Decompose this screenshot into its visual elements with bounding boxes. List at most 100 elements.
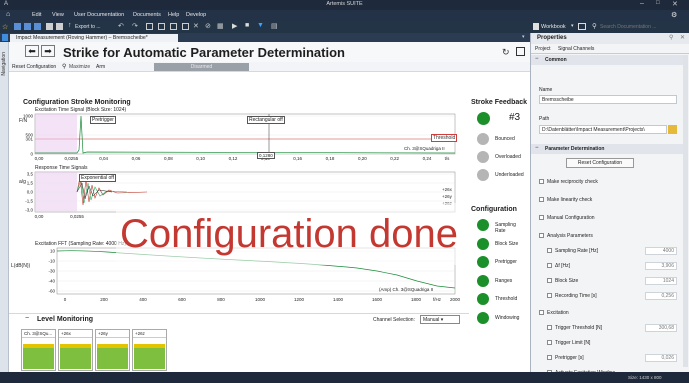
maximize-button[interactable]: Maximize [69,64,90,70]
tab-overflow-icon[interactable]: ▾ [522,34,525,40]
analysis-param-checkbox[interactable] [547,278,552,284]
tab-signal-channels[interactable]: Signal Channels [558,46,594,52]
excitation-param-row[interactable]: Pretrigger [s] 0,026 [547,354,677,362]
workbook-icon[interactable] [533,23,539,30]
analysis-params-row[interactable]: Analysis Parameters [539,233,593,239]
analysis-param-row[interactable]: Δf [Hz] 3,906 [547,262,677,270]
level-meter: +26z [132,329,167,371]
param-collapse-icon[interactable]: − [535,145,539,151]
settings-gear-icon[interactable]: ⚙ [671,11,677,19]
layout-icon[interactable] [578,23,586,30]
table-icon[interactable]: ▤ [271,22,278,30]
paste-icon[interactable] [158,23,165,30]
name-field[interactable]: Bremsscheibe [539,95,677,104]
manual-config-checkbox[interactable] [539,215,544,221]
analysis-param-checkbox[interactable] [547,263,552,269]
grid-icon[interactable]: ▦ [217,22,224,30]
close-panel-icon[interactable]: ✕ [680,34,685,41]
filter-icon[interactable]: ▼ [257,22,264,29]
configuration-item: Sampling Rate [477,219,527,234]
print-icon[interactable] [46,23,53,30]
export-icon[interactable]: ↑ [68,22,72,29]
analysis-collapse-icon[interactable] [539,233,544,239]
excitation-param-value[interactable]: 0,026 [645,354,677,362]
folder-icon[interactable] [668,125,677,134]
maximize-icon[interactable]: □ [656,0,660,6]
manual-config-row[interactable]: Manual Configuration [539,215,595,221]
collapse-icon[interactable]: − [25,315,29,322]
favorite-star-icon[interactable]: ☆ [2,23,8,31]
home-icon[interactable]: ⌂ [6,11,10,18]
delete-icon[interactable] [170,23,177,30]
analysis-param-row[interactable]: Recording Time [s] 0,256 [547,292,677,300]
chevron-down-icon[interactable]: ▾ [571,23,574,29]
maximize-search-icon[interactable]: ⚲ [62,63,66,70]
linearity-check-row[interactable]: Make linearity check [539,197,592,203]
common-collapse-icon[interactable]: − [535,56,539,62]
pin-panel-icon[interactable]: ⚲ [669,34,673,41]
refresh-icon[interactable]: ↻ [502,47,510,58]
play-icon[interactable]: ▶ [232,22,237,30]
export-button[interactable]: Export to ... [75,24,101,30]
menu-user-documentation[interactable]: User Documentation [74,12,124,18]
excitation-param-row[interactable]: Trigger Threshold [N] 300,68 [547,324,677,332]
workbook-dropdown[interactable]: Workbook [541,24,566,30]
menu-view[interactable]: View [52,12,64,18]
excitation-param-row[interactable]: Trigger Limit [N] [547,340,677,346]
navigation-label[interactable]: Navigation [1,52,7,76]
close-doc-icon[interactable]: ✕ [193,22,199,30]
reset-configuration-panel-button[interactable]: Reset Configuration [566,158,634,168]
panel-toggle-icon[interactable] [516,47,525,56]
save-icon[interactable] [24,23,31,30]
common-section[interactable]: − Common [531,55,683,65]
stop-circle-icon[interactable]: ⊘ [205,22,211,30]
menu-help[interactable]: Help [168,12,179,18]
back-arrow-icon[interactable]: ⬅ [25,45,39,57]
path-field[interactable]: D:\Datenblätter\Impact Measurement\Proje… [539,125,667,134]
excitation-param-checkbox[interactable] [547,325,552,331]
analysis-param-row[interactable]: Sampling Rate [Hz] 4000 [547,247,677,255]
excitation-param-checkbox[interactable] [547,355,552,361]
menu-develop[interactable]: Develop [186,12,206,18]
close-icon[interactable]: ✕ [672,0,678,8]
analysis-param-value[interactable]: 1024 [645,277,677,285]
excitation-param-checkbox[interactable] [547,340,552,346]
document-tab[interactable]: Impact Measurement (Roving Hammer) – Bre… [10,34,178,42]
excitation-row[interactable]: Excitation [539,310,569,316]
arm-button[interactable]: Arm [96,64,105,70]
excitation-param-value[interactable]: 300,68 [645,324,677,332]
undo-icon[interactable]: ↶ [118,22,124,30]
menu-documents[interactable]: Documents [133,12,161,18]
panel-scrollbar[interactable] [683,55,688,367]
forward-arrow-icon[interactable]: ➡ [41,45,55,57]
reciprocity-checkbox[interactable] [539,179,544,185]
docs-icon[interactable] [56,23,63,30]
tab-project[interactable]: Project [535,46,551,52]
pin-icon[interactable] [2,34,8,41]
excitation-collapse-icon[interactable] [539,310,544,316]
menu-edit[interactable]: Edit [32,12,41,18]
search-documentation-input[interactable] [600,23,686,31]
chart3-x-tick-label: 1200 [294,297,305,302]
copy-icon[interactable] [146,23,153,30]
analysis-param-checkbox[interactable] [547,293,552,299]
analysis-param-value[interactable]: 0,256 [645,292,677,300]
param-determination-section[interactable]: − Parameter Determination [531,144,683,154]
reciprocity-check-row[interactable]: Make reciprocity check [539,179,598,185]
analysis-param-value[interactable]: 3,906 [645,262,677,270]
new-icon[interactable] [14,23,21,30]
chart3-y-tick-label: -10 [48,259,55,264]
minimize-icon[interactable]: – [640,0,644,7]
analysis-param-value[interactable]: 4000 [645,247,677,255]
linearity-checkbox[interactable] [539,197,544,203]
feedback-overloaded: Overloaded [477,151,527,165]
properties-icon[interactable] [182,23,189,30]
save-all-icon[interactable] [34,23,41,30]
stop-icon[interactable]: ■ [245,22,249,29]
analysis-param-checkbox[interactable] [547,248,552,254]
navigation-strip[interactable]: Navigation [0,42,9,372]
analysis-param-row[interactable]: Block Size 1024 [547,277,677,285]
reset-configuration-button[interactable]: Reset Configuration [12,64,56,70]
redo-icon[interactable]: ↷ [132,22,138,30]
channel-selection-select[interactable]: Manual ▾ [420,315,460,324]
